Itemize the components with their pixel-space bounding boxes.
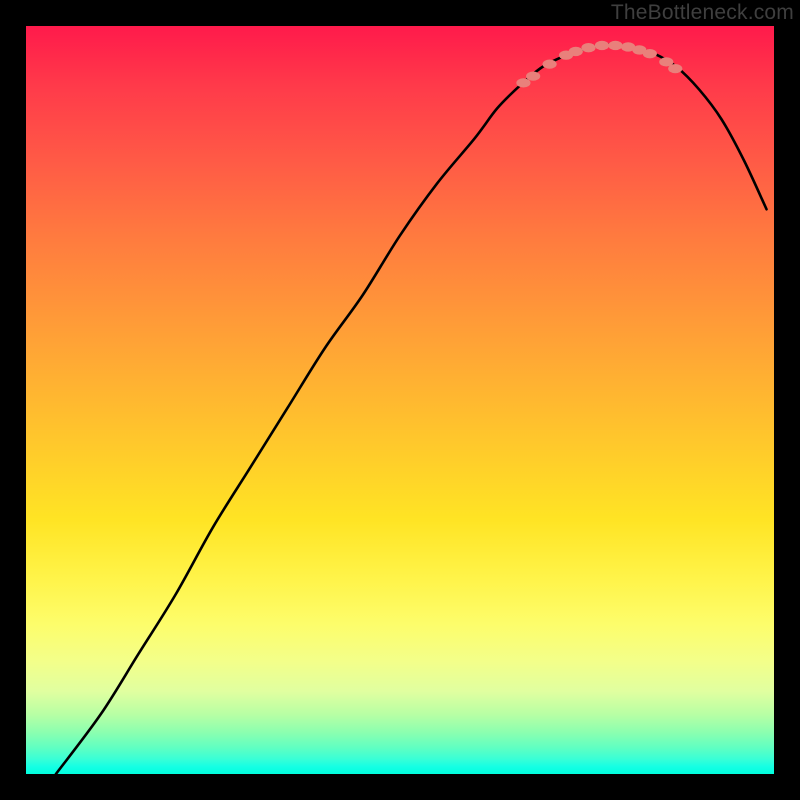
optimal-marker [516, 78, 530, 87]
optimal-band-markers [516, 41, 682, 88]
chart-container: TheBottleneck.com [0, 0, 800, 800]
optimal-marker [542, 60, 556, 69]
optimal-marker [668, 64, 682, 73]
bottleneck-curve [56, 45, 767, 774]
plot-svg [26, 26, 774, 774]
optimal-marker [643, 49, 657, 58]
optimal-marker [581, 43, 595, 52]
optimal-marker [608, 41, 622, 50]
optimal-marker [595, 41, 609, 50]
optimal-marker [569, 47, 583, 56]
watermark-text: TheBottleneck.com [611, 1, 794, 25]
optimal-marker [526, 71, 540, 80]
plot-area [26, 26, 774, 774]
